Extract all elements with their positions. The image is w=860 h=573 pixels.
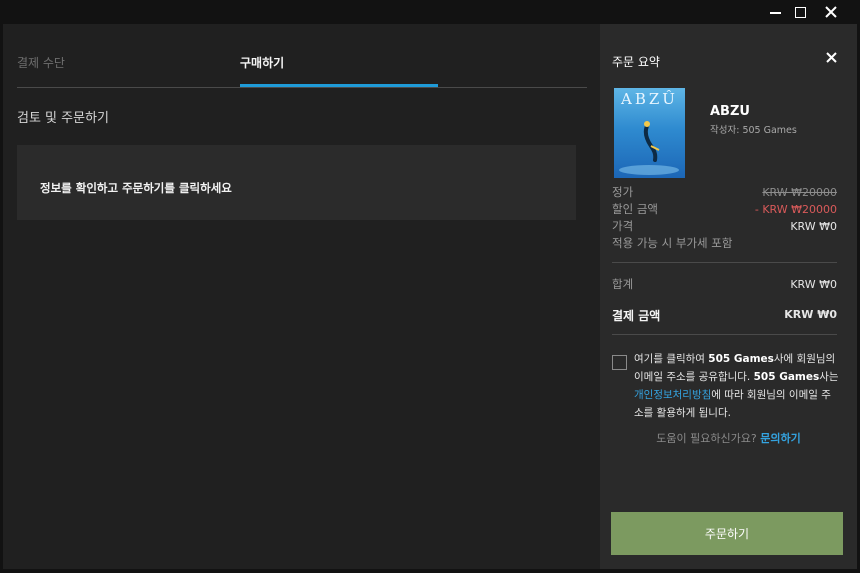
- close-icon[interactable]: [822, 48, 840, 66]
- checkout-main-panel: 결제 수단 구매하기 검토 및 주문하기 정보를 확인하고 주문하기를 클릭하세…: [3, 24, 600, 569]
- order-summary-title: 주문 요약: [612, 55, 660, 69]
- tab-purchase[interactable]: 구매하기: [240, 54, 284, 71]
- privacy-policy-link[interactable]: 개인정보처리방침: [634, 389, 711, 401]
- order-summary-panel: 주문 요약 ABZÛ ABZU 작성자: 505 Games 정가 KRW ₩2…: [600, 24, 857, 569]
- vat-note: 적용 가능 시 부가세 포함: [612, 236, 733, 250]
- close-icon[interactable]: [818, 2, 844, 22]
- place-order-button[interactable]: 주문하기: [611, 512, 843, 555]
- minimize-icon[interactable]: [762, 2, 788, 22]
- review-title: 검토 및 주문하기: [17, 111, 109, 126]
- discount-label: 할인 금액: [612, 202, 658, 216]
- list-price-value: KRW ₩20000: [762, 186, 837, 199]
- active-tab-indicator: [240, 84, 438, 87]
- publisher-name: 505 Games: [753, 371, 820, 383]
- publisher-name: 505 Games: [708, 353, 774, 365]
- final-price-label: 가격: [612, 219, 634, 233]
- maximize-icon[interactable]: [787, 2, 813, 22]
- tab-payment-method[interactable]: 결제 수단: [17, 54, 65, 71]
- review-notice-text: 정보를 확인하고 주문하기를 클릭하세요: [40, 181, 232, 195]
- total-label: 결제 금액: [612, 309, 661, 323]
- tab-divider: [17, 87, 587, 88]
- list-price-label: 정가: [612, 185, 634, 199]
- title-bar: [0, 0, 860, 24]
- total-value: KRW ₩0: [784, 308, 837, 321]
- help-text: 도움이 필요하신가요?: [656, 432, 761, 445]
- game-cover-image: ABZÛ: [614, 88, 685, 178]
- consent-text: 사는: [819, 371, 839, 383]
- help-section: 도움이 필요하신가요? 문의하기: [600, 430, 857, 446]
- final-price-value: KRW ₩0: [790, 220, 837, 233]
- summary-divider: [612, 262, 837, 263]
- email-share-consent-text: 여기를 클릭하여 505 Games사에 회원님의 이메일 주소를 공유합니다.…: [634, 350, 839, 422]
- contact-link[interactable]: 문의하기: [760, 432, 800, 445]
- subtotal-value: KRW ₩0: [790, 278, 837, 291]
- review-notice-box: 정보를 확인하고 주문하기를 클릭하세요: [17, 145, 576, 220]
- discount-value: - KRW ₩20000: [754, 203, 837, 216]
- summary-divider: [612, 334, 837, 335]
- game-title: ABZU: [710, 104, 750, 119]
- game-developer: 작성자: 505 Games: [710, 125, 797, 136]
- email-share-checkbox[interactable]: [612, 355, 627, 370]
- consent-text: 여기를 클릭하여: [634, 353, 709, 365]
- subtotal-label: 합계: [612, 277, 634, 291]
